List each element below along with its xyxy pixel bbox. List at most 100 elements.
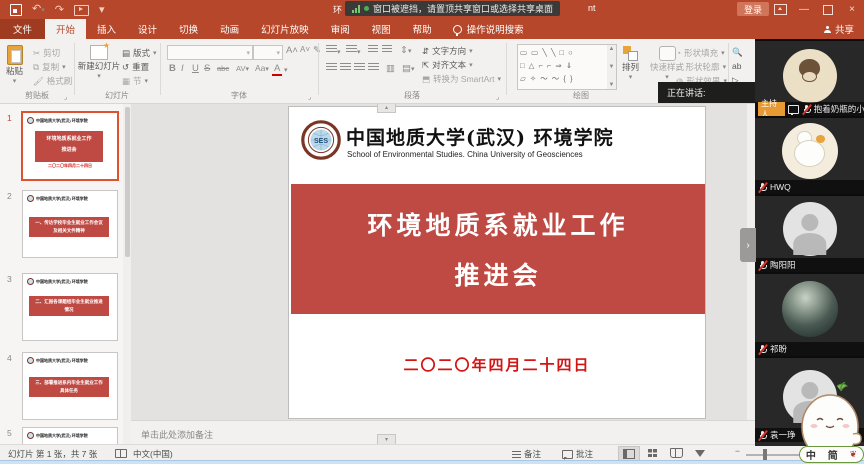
subscript-button[interactable]: abc (215, 64, 231, 73)
paste-button[interactable]: 粘贴 ▾ (6, 45, 23, 85)
tab-design[interactable]: 设计 (127, 19, 168, 39)
clipboard-group-label: 剪贴板 (0, 90, 74, 101)
section-button[interactable]: ▦节▾ (122, 75, 148, 87)
participant-tile[interactable]: HWQ (755, 118, 864, 194)
tab-animations[interactable]: 动画 (209, 19, 250, 39)
spellcheck-indicator[interactable] (112, 448, 130, 458)
slide-title-banner[interactable]: 环境地质系就业工作 推进会 (291, 184, 705, 314)
redo-icon[interactable]: ↷ (55, 3, 64, 17)
slide-thumbnail-1[interactable]: 中国地质大学(武汉) 环境学院 环境地质系就业工作 推进会 二〇二〇年四月二十四… (21, 111, 119, 181)
tab-insert[interactable]: 插入 (86, 19, 127, 39)
slide-thumbnail-4[interactable]: 中国地质大学(武汉) 环境学院 三、部署推进系内毕业生就业工作具体任务 (22, 352, 118, 420)
shrink-font-button[interactable]: A˅ (298, 45, 312, 54)
replace-button[interactable]: ab (732, 61, 741, 71)
zoom-slider-thumb[interactable] (763, 449, 767, 460)
participant-tile[interactable]: 祁盼 (755, 274, 864, 356)
arrange-button[interactable]: 排列 ▾ (622, 46, 639, 81)
save-icon[interactable] (10, 4, 22, 16)
underline-button[interactable]: U (190, 63, 201, 74)
layout-button[interactable]: ▤版式▾ (122, 47, 157, 59)
font-color-dropdown-icon[interactable]: ▾ (284, 66, 288, 74)
ribbon-display-options-button[interactable] (768, 0, 792, 19)
ime-mode-indicator[interactable]: 简 (828, 447, 838, 462)
undo-icon[interactable]: ↶▾ (32, 2, 45, 18)
slide-sorter-view-button[interactable] (642, 446, 662, 460)
ime-lang-indicator[interactable]: 中 (806, 447, 816, 462)
person-icon (824, 26, 831, 33)
participant-tile[interactable]: 陶阳阳 (755, 196, 864, 272)
clipboard-dialog-launcher[interactable]: ⌟ (64, 93, 67, 101)
tab-file[interactable]: 文件 (0, 19, 45, 39)
comments-toggle[interactable]: 批注 (562, 448, 593, 460)
shape-fill-button[interactable]: ◔形状填充▾ (676, 47, 725, 59)
paste-label: 粘贴 (6, 65, 23, 77)
thumbnail-scrollbar[interactable] (123, 103, 131, 444)
new-slide-button[interactable]: 新建幻灯片 ▾ (82, 45, 116, 80)
tab-view[interactable]: 视图 (361, 19, 402, 39)
justify-button[interactable] (366, 63, 381, 75)
zoom-slider-track[interactable] (746, 454, 800, 456)
line-spacing-button[interactable]: ⇕▾ (398, 45, 413, 56)
language-indicator[interactable]: 中文(中国) (133, 448, 173, 460)
cut-button[interactable]: ✂剪切 (33, 47, 60, 59)
change-case-button[interactable]: Aa▾ (253, 63, 271, 73)
columns-button[interactable]: ▥ (384, 63, 397, 74)
text-columns-button[interactable]: ▤▾ (400, 63, 417, 74)
slide-date[interactable]: 二〇二〇年四月二十四日 (289, 354, 705, 375)
reset-button[interactable]: ↺重置 (122, 61, 149, 73)
text-direction-button[interactable]: ⇵文字方向▾ (422, 45, 473, 57)
increase-indent-button[interactable] (380, 45, 394, 57)
font-size-combobox[interactable]: ▾ (253, 45, 283, 60)
restore-icon (823, 5, 833, 15)
align-center-button[interactable] (338, 63, 353, 75)
font-color-button[interactable]: A (272, 63, 282, 76)
tab-home[interactable]: 开始 (45, 19, 86, 39)
notes-toggle[interactable]: 备注 (512, 448, 541, 460)
zoom-out-button[interactable]: − (735, 446, 740, 456)
decrease-indent-button[interactable] (366, 45, 380, 57)
tab-help[interactable]: 帮助 (402, 19, 443, 39)
customize-qat-icon[interactable]: ▾ (99, 3, 105, 17)
align-text-button[interactable]: ⇱对齐文本▾ (422, 59, 473, 71)
font-name-combobox[interactable]: ▾ (167, 45, 253, 60)
start-slideshow-icon[interactable] (74, 5, 89, 16)
copy-button[interactable]: ⧉复制▾ (33, 61, 66, 73)
tab-transitions[interactable]: 切换 (168, 19, 209, 39)
format-painter-button[interactable]: 🖌格式刷 (33, 75, 72, 87)
character-spacing-button[interactable]: AV▾ (234, 64, 251, 73)
font-group: ▾ ▾ A˄ A˅ ✎ B I U S abc AV▾ Aa▾ A ▾ 字体 ⌟ (160, 39, 318, 103)
bold-button[interactable]: B (167, 63, 178, 74)
tell-me-search[interactable]: 操作说明搜索 (443, 19, 534, 39)
strikethrough-button[interactable]: S (202, 63, 212, 74)
shapes-gallery-scroll[interactable]: ▲▼▼ (607, 44, 617, 90)
shape-outline-button[interactable]: ▱形状轮廓▾ (676, 61, 726, 73)
notes-pane[interactable]: 单击此处添加备注 ▾ (131, 420, 755, 445)
panel-collapse-handle[interactable]: › (740, 228, 756, 262)
bullets-button[interactable]: ▾ (324, 45, 343, 57)
login-button[interactable]: 登录 (737, 2, 769, 16)
find-button[interactable]: 🔍 (732, 47, 743, 58)
smartart-button[interactable]: ⬒转换为 SmartArt▾ (422, 73, 501, 85)
notes-placeholder[interactable]: 单击此处添加备注 (141, 428, 213, 441)
shapes-gallery[interactable]: ▭ ▭ ╲ ╲ □ ○ □ △ ⌐ ⌐ ⇒ ⇓ ▱ ✧ ～ ～ { } (517, 44, 611, 90)
italic-button[interactable]: I (179, 63, 186, 74)
close-button[interactable]: × (840, 0, 864, 19)
restore-button[interactable] (816, 0, 840, 19)
align-right-button[interactable] (352, 63, 367, 75)
slide-canvas[interactable]: SES 中国地质大学(武汉) 环境学院 School of Environmen… (288, 106, 706, 419)
ime-logo-icon[interactable]: ❦ (850, 449, 858, 460)
slide-thumbnail-3[interactable]: 中国地质大学(武汉) 环境学院 二、汇报各课题组毕业生就业推进情况 (22, 273, 118, 341)
share-button[interactable]: 共享 (824, 19, 854, 39)
slideshow-view-button[interactable] (690, 446, 710, 460)
slide-thumbnail-2[interactable]: 中国地质大学(武汉) 环境学院 一、传达学校毕业生就业工作会议及相关文件精神 (22, 190, 118, 258)
participant-tile-host[interactable]: 主持人 抱着奶瓶的小... (755, 41, 864, 116)
numbering-button[interactable]: ▾ (344, 45, 363, 57)
minimize-button[interactable]: — (792, 0, 816, 19)
ime-toolbar[interactable]: 中 简 ❦ (799, 446, 864, 463)
tab-slideshow[interactable]: 幻灯片放映 (250, 19, 320, 39)
paragraph-dialog-launcher[interactable]: ⌟ (496, 93, 499, 101)
font-dialog-launcher[interactable]: ⌟ (308, 93, 311, 101)
reading-view-button[interactable] (666, 446, 686, 460)
tab-review[interactable]: 审阅 (320, 19, 361, 39)
align-left-button[interactable] (324, 63, 339, 75)
